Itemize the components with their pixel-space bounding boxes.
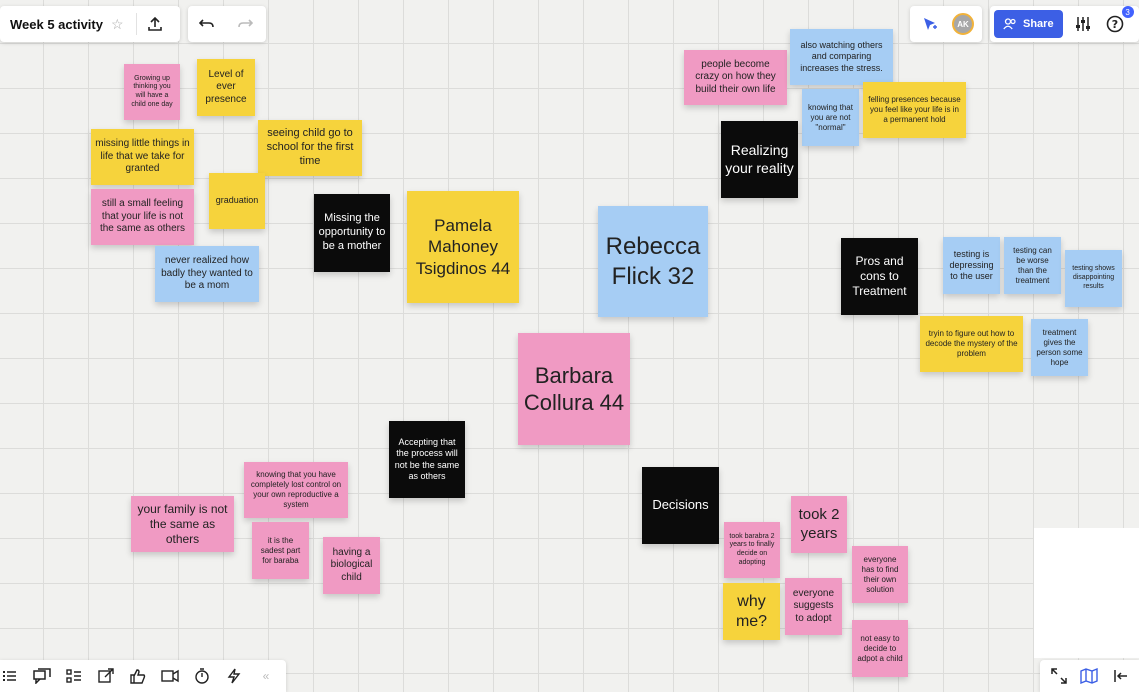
cards-icon[interactable] [60, 662, 88, 690]
note-took-2-years[interactable]: took 2 years [791, 496, 847, 553]
note-treatment-hope[interactable]: treatment gives the person some hope [1031, 319, 1088, 376]
users-icon [1003, 18, 1016, 30]
note-suggests-adopt[interactable]: everyone suggests to adopt [785, 578, 842, 635]
collab-panel: AK [910, 6, 982, 42]
cursor-icon [924, 18, 937, 30]
note-missing-opportunity[interactable]: Missing the opportunity to be a mother [314, 194, 390, 272]
note-lost-control[interactable]: knowing that you have completely lost co… [244, 462, 348, 518]
board-title-panel: Week 5 activity ☆ [0, 6, 180, 42]
avatar[interactable]: AK [952, 13, 974, 35]
sliders-icon [1075, 17, 1090, 31]
history-panel [188, 6, 266, 42]
note-testing-depressing[interactable]: testing is depressing to the user [943, 237, 1000, 294]
note-find-own[interactable]: everyone has to find their own solution [852, 546, 908, 603]
lightning-icon[interactable] [220, 662, 248, 690]
undo-button[interactable] [193, 10, 221, 38]
note-small-feeling[interactable]: still a small feeling that your life is … [91, 189, 194, 245]
note-decisions[interactable]: Decisions [642, 467, 719, 544]
note-testing-shows[interactable]: testing shows disappointing results [1065, 250, 1122, 307]
bottom-toolbar: « [0, 660, 286, 692]
external-link-icon[interactable] [92, 662, 120, 690]
note-not-easy[interactable]: not easy to decide to adpot a child [852, 620, 908, 677]
list-icon[interactable] [0, 662, 20, 690]
note-growing-up[interactable]: Growing up thinking you will have a chil… [124, 64, 180, 120]
thumbs-up-icon[interactable] [124, 662, 152, 690]
comments-icon[interactable] [28, 662, 56, 690]
note-why-me[interactable]: why me? [723, 583, 780, 640]
export-button[interactable] [141, 10, 169, 38]
video-icon[interactable] [156, 662, 184, 690]
note-seeing-child[interactable]: seeing child go to school for the first … [258, 120, 362, 176]
note-graduation[interactable]: graduation [209, 173, 265, 229]
actions-panel: Share ? 3 [990, 6, 1139, 42]
divider [135, 13, 137, 35]
board-title[interactable]: Week 5 activity [10, 17, 103, 32]
panel-toggle-icon[interactable] [1107, 662, 1135, 690]
note-felling-presences[interactable]: felling presences because you feel like … [863, 82, 966, 138]
share-label: Share [1023, 18, 1054, 30]
redo-icon [238, 19, 253, 28]
note-level-presence[interactable]: Level of ever presence [197, 59, 255, 116]
note-pamela[interactable]: Pamela Mahoney Tsigdinos 44 [407, 191, 519, 303]
share-button[interactable]: Share [994, 10, 1063, 38]
help-button[interactable]: ? 3 [1101, 6, 1134, 38]
note-accepting[interactable]: Accepting that the process will not be t… [389, 421, 465, 498]
svg-text:?: ? [1111, 18, 1117, 31]
settings-button[interactable] [1069, 10, 1097, 38]
help-badge: 3 [1121, 6, 1134, 18]
note-saddest-part[interactable]: it is the sadest part for baraba [252, 522, 309, 579]
note-testing-worse[interactable]: testing can be worse than the treatment [1004, 237, 1061, 294]
star-icon[interactable]: ☆ [111, 16, 124, 33]
note-took-barabra[interactable]: took barabra 2 years to finally decide o… [724, 522, 780, 578]
note-never-realized[interactable]: never realized how badly they wanted to … [155, 246, 259, 302]
note-knowing-not-normal[interactable]: knowing that you are not "normal" [802, 89, 859, 146]
frame-white-area [1034, 528, 1139, 658]
map-icon[interactable] [1075, 662, 1103, 690]
collapse-icon[interactable]: « [252, 662, 280, 690]
note-family-not-same[interactable]: your family is not the same as others [131, 496, 234, 552]
note-rebecca[interactable]: Rebecca Flick 32 [598, 206, 708, 317]
note-missing-little[interactable]: missing little things in life that we ta… [91, 129, 194, 185]
help-icon: ? [1106, 15, 1123, 33]
note-people-crazy[interactable]: people become crazy on how they build th… [684, 50, 787, 105]
bottom-right-toolbar [1040, 660, 1139, 692]
timer-icon[interactable] [188, 662, 216, 690]
note-biological[interactable]: having a biological child [323, 537, 380, 594]
cursor-filter-button[interactable] [916, 10, 944, 38]
note-tryin-decode[interactable]: tryin to figure out how to decode the my… [920, 316, 1023, 372]
redo-button[interactable] [231, 10, 259, 38]
note-barbara[interactable]: Barbara Collura 44 [518, 333, 630, 445]
note-pros-cons[interactable]: Pros and cons to Treatment [841, 238, 918, 315]
undo-icon [199, 19, 214, 28]
fullscreen-icon[interactable] [1045, 662, 1073, 690]
upload-icon [147, 16, 162, 31]
note-realizing[interactable]: Realizing your reality [721, 121, 798, 198]
note-watching-others[interactable]: also watching others and comparing incre… [790, 29, 893, 85]
